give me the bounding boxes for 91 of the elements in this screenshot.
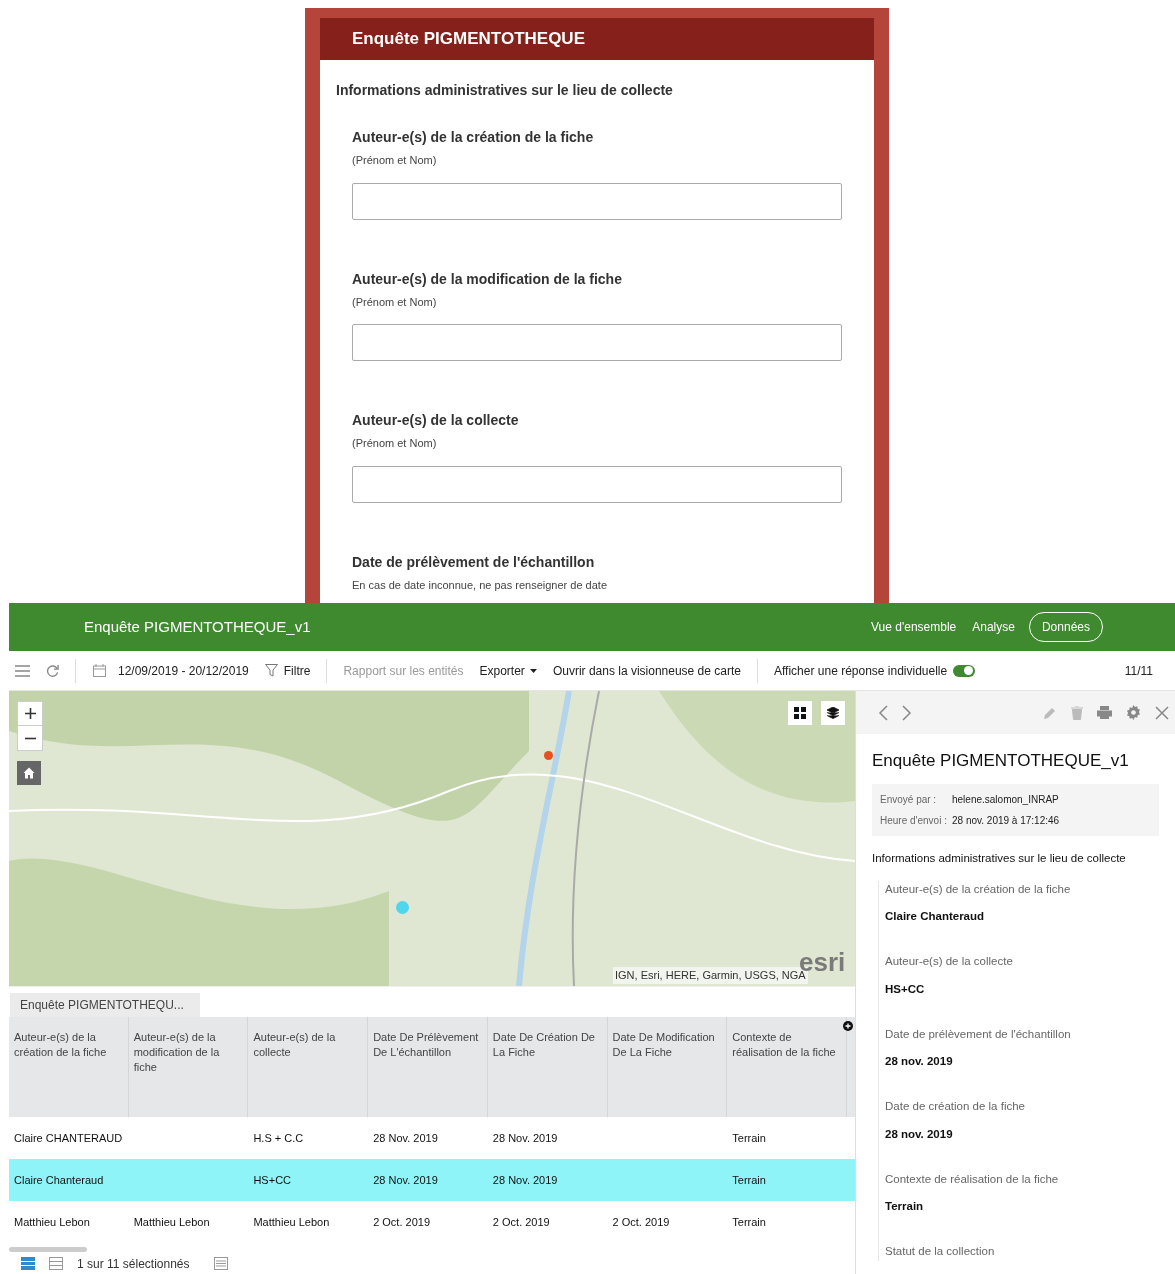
- field-hint: En cas de date inconnue, ne pas renseigner de date: [352, 577, 609, 593]
- next-icon[interactable]: [902, 704, 912, 721]
- table-view-icon[interactable]: [21, 1257, 35, 1271]
- table-cell-text: Matthieu Lebon: [13, 1214, 91, 1230]
- column-header[interactable]: Auteur-e(s) de la modification de la fiche: [128, 1016, 249, 1117]
- field-value: 28 nov. 2019: [885, 1054, 954, 1069]
- table-cell-text: H.S + C.C: [252, 1130, 305, 1146]
- table-cell-text: Terrain: [731, 1172, 767, 1188]
- field-label: Date de prélèvement de l'échantillon: [885, 1026, 1072, 1042]
- pencil-icon[interactable]: [1043, 705, 1057, 720]
- home-button[interactable]: [17, 761, 41, 785]
- table-cell-text: Claire CHANTERAUD: [13, 1130, 124, 1146]
- field-label: Date de prélèvement de l'échantillon: [352, 552, 596, 572]
- field-label: Auteur-e(s) de la modification de la fiche: [352, 269, 623, 289]
- field-label: Auteur-e(s) de la création de la fiche: [885, 881, 1072, 897]
- nav-tab[interactable]: Analyse: [970, 618, 1017, 636]
- toggle-label: Afficher une réponse individuelle: [774, 662, 948, 680]
- toggle-switch[interactable]: [953, 664, 976, 677]
- field-label: Auteur-e(s) de la collecte: [885, 954, 1014, 970]
- field-value: HS+CC: [885, 981, 926, 997]
- input-field[interactable]: [352, 324, 842, 361]
- column-header[interactable]: Auteur-e(s) de la création de la fiche: [9, 1016, 129, 1117]
- nav-tab[interactable]: Vue d'ensemble: [869, 618, 959, 636]
- table-cell-text: Claire Chanteraud: [13, 1172, 105, 1188]
- home-icon: [23, 767, 35, 779]
- close-icon[interactable]: [1155, 705, 1169, 720]
- trash-icon[interactable]: [1071, 705, 1083, 720]
- map-marker[interactable]: [544, 751, 553, 760]
- table-cell-text: 2 Oct. 2019: [611, 1214, 671, 1230]
- table-row[interactable]: Claire Chanteraud HS+CC 28 Nov. 2019 28 Nov. 2019 Terrain: [9, 1158, 855, 1201]
- field-label: Contexte de réalisation de la fiche: [885, 1171, 1060, 1187]
- funnel-icon: [264, 664, 278, 677]
- field-label: Statut de la collection: [885, 1244, 996, 1260]
- form-title: Enquête PIGMENTOTHEQUE: [352, 28, 585, 51]
- plus-icon: [24, 708, 36, 719]
- table-view-icon[interactable]: [49, 1257, 63, 1271]
- section-heading: Informations administratives sur le lieu de collecte: [872, 850, 1127, 866]
- field-value: Claire Chanteraud: [885, 909, 986, 924]
- table-cell-text: HS+CC: [252, 1172, 292, 1188]
- field-value: Terrain: [885, 1199, 925, 1214]
- table-cell-text: 28 Nov. 2019: [491, 1130, 559, 1146]
- horizontal-scrollbar[interactable]: [9, 1246, 87, 1252]
- column-header[interactable]: Date De Prélèvement De L'échantillon: [368, 1016, 488, 1117]
- toolbar-button[interactable]: Exporter: [479, 661, 537, 680]
- grid-icon: [794, 707, 806, 719]
- refresh-icon[interactable]: [46, 664, 59, 677]
- column-header[interactable]: Date De Modification De La Fiche: [607, 1016, 728, 1117]
- list-icon[interactable]: [213, 1257, 228, 1271]
- field-value: 28 nov. 2019: [885, 1126, 954, 1142]
- selection-status: 1 sur 11 sélectionnés: [77, 1255, 190, 1273]
- filter-button[interactable]: Filtre: [264, 661, 311, 680]
- table-cell-text: Matthieu Lebon: [132, 1214, 211, 1230]
- field-hint: (Prénom et Nom): [352, 294, 438, 310]
- settings-icon[interactable]: [1126, 705, 1141, 720]
- field-label: Auteur-e(s) de la collecte: [352, 411, 520, 430]
- table-cell-text: 28 Nov. 2019: [372, 1130, 439, 1146]
- field-label: Date de création de la fiche: [885, 1099, 1026, 1115]
- column-header[interactable]: Date De Création De La Fiche: [487, 1016, 608, 1117]
- table-cell-text: Terrain: [731, 1130, 767, 1146]
- calendar-icon[interactable]: [93, 664, 106, 677]
- table-cell-text: 28 Nov. 2019: [372, 1172, 439, 1188]
- field-label: Auteur-e(s) de la création de la fiche: [352, 128, 595, 147]
- menu-icon[interactable]: [15, 664, 30, 677]
- caret-icon: [529, 668, 537, 673]
- field-hint: (Prénom et Nom): [352, 436, 438, 451]
- column-header[interactable]: Auteur-e(s) de la collecte: [248, 1016, 369, 1117]
- field-hint: (Prénom et Nom): [352, 153, 438, 168]
- record-count: 11/11: [1124, 662, 1153, 680]
- layers-icon: [827, 707, 839, 719]
- toolbar-button[interactable]: Ouvrir dans la visionneuse de carte: [552, 661, 741, 680]
- table-tab[interactable]: Enquête PIGMENTOTHEQU...: [10, 993, 200, 1017]
- table-cell-text: 28 Nov. 2019: [491, 1172, 559, 1188]
- basemap-button[interactable]: [788, 701, 812, 725]
- meta-label: Envoyé par :: [880, 792, 938, 807]
- meta-value: helene.salomon_INRAP: [952, 792, 1059, 807]
- previous-icon[interactable]: [878, 704, 888, 721]
- app-title: Enquête PIGMENTOTHEQUE_v1: [84, 616, 311, 637]
- panel-title: Enquête PIGMENTOTHEQUE_v1: [872, 750, 1130, 772]
- add-column-icon[interactable]: [843, 1020, 853, 1031]
- print-icon[interactable]: [1097, 705, 1112, 720]
- section-heading: Informations administratives sur le lieu de collecte: [336, 81, 674, 100]
- input-field[interactable]: [352, 465, 842, 503]
- meta-value: 28 nov. 2019 à 17:12:46: [952, 813, 1060, 828]
- layers-button[interactable]: [821, 701, 845, 725]
- table-cell-text: Terrain: [731, 1214, 767, 1230]
- meta-label: Heure d'envoi :: [880, 813, 948, 828]
- table-cell-text: 2 Oct. 2019: [372, 1214, 431, 1230]
- input-field[interactable]: [352, 182, 842, 220]
- table-cell-text: Matthieu Lebon: [252, 1214, 331, 1230]
- table-cell-text: 2 Oct. 2019: [491, 1214, 551, 1230]
- date-range[interactable]: 12/09/2019 - 20/12/2019: [118, 661, 249, 680]
